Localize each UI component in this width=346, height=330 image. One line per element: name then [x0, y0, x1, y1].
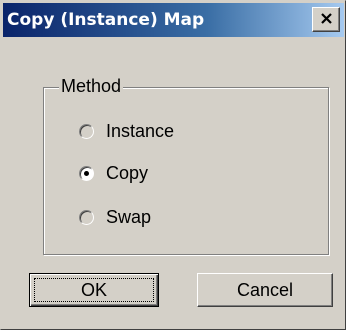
title-bar[interactable]: Copy (Instance) Map: [3, 3, 344, 37]
radio-swap-circle[interactable]: [79, 209, 94, 225]
close-icon: [321, 13, 332, 24]
radio-swap-label[interactable]: Swap: [106, 207, 151, 228]
cancel-button-label: Cancel: [236, 279, 294, 300]
radio-copy[interactable]: Copy: [79, 161, 148, 185]
close-button[interactable]: [312, 7, 340, 32]
radio-instance-label[interactable]: Instance: [106, 121, 174, 142]
radio-selected-dot: [84, 170, 89, 176]
ok-button[interactable]: OK: [29, 273, 159, 307]
radio-copy-circle[interactable]: [79, 165, 94, 181]
radio-swap[interactable]: Swap: [79, 205, 151, 229]
copy-instance-map-dialog: Copy (Instance) Map Method Instance Copy…: [0, 0, 346, 330]
radio-instance-circle[interactable]: [79, 123, 94, 139]
radio-copy-label[interactable]: Copy: [106, 163, 148, 184]
cancel-button[interactable]: Cancel: [197, 273, 333, 307]
window-title: Copy (Instance) Map: [7, 10, 205, 30]
radio-instance[interactable]: Instance: [79, 119, 174, 143]
focus-ring: [34, 278, 154, 302]
method-group-label: Method: [59, 75, 124, 97]
